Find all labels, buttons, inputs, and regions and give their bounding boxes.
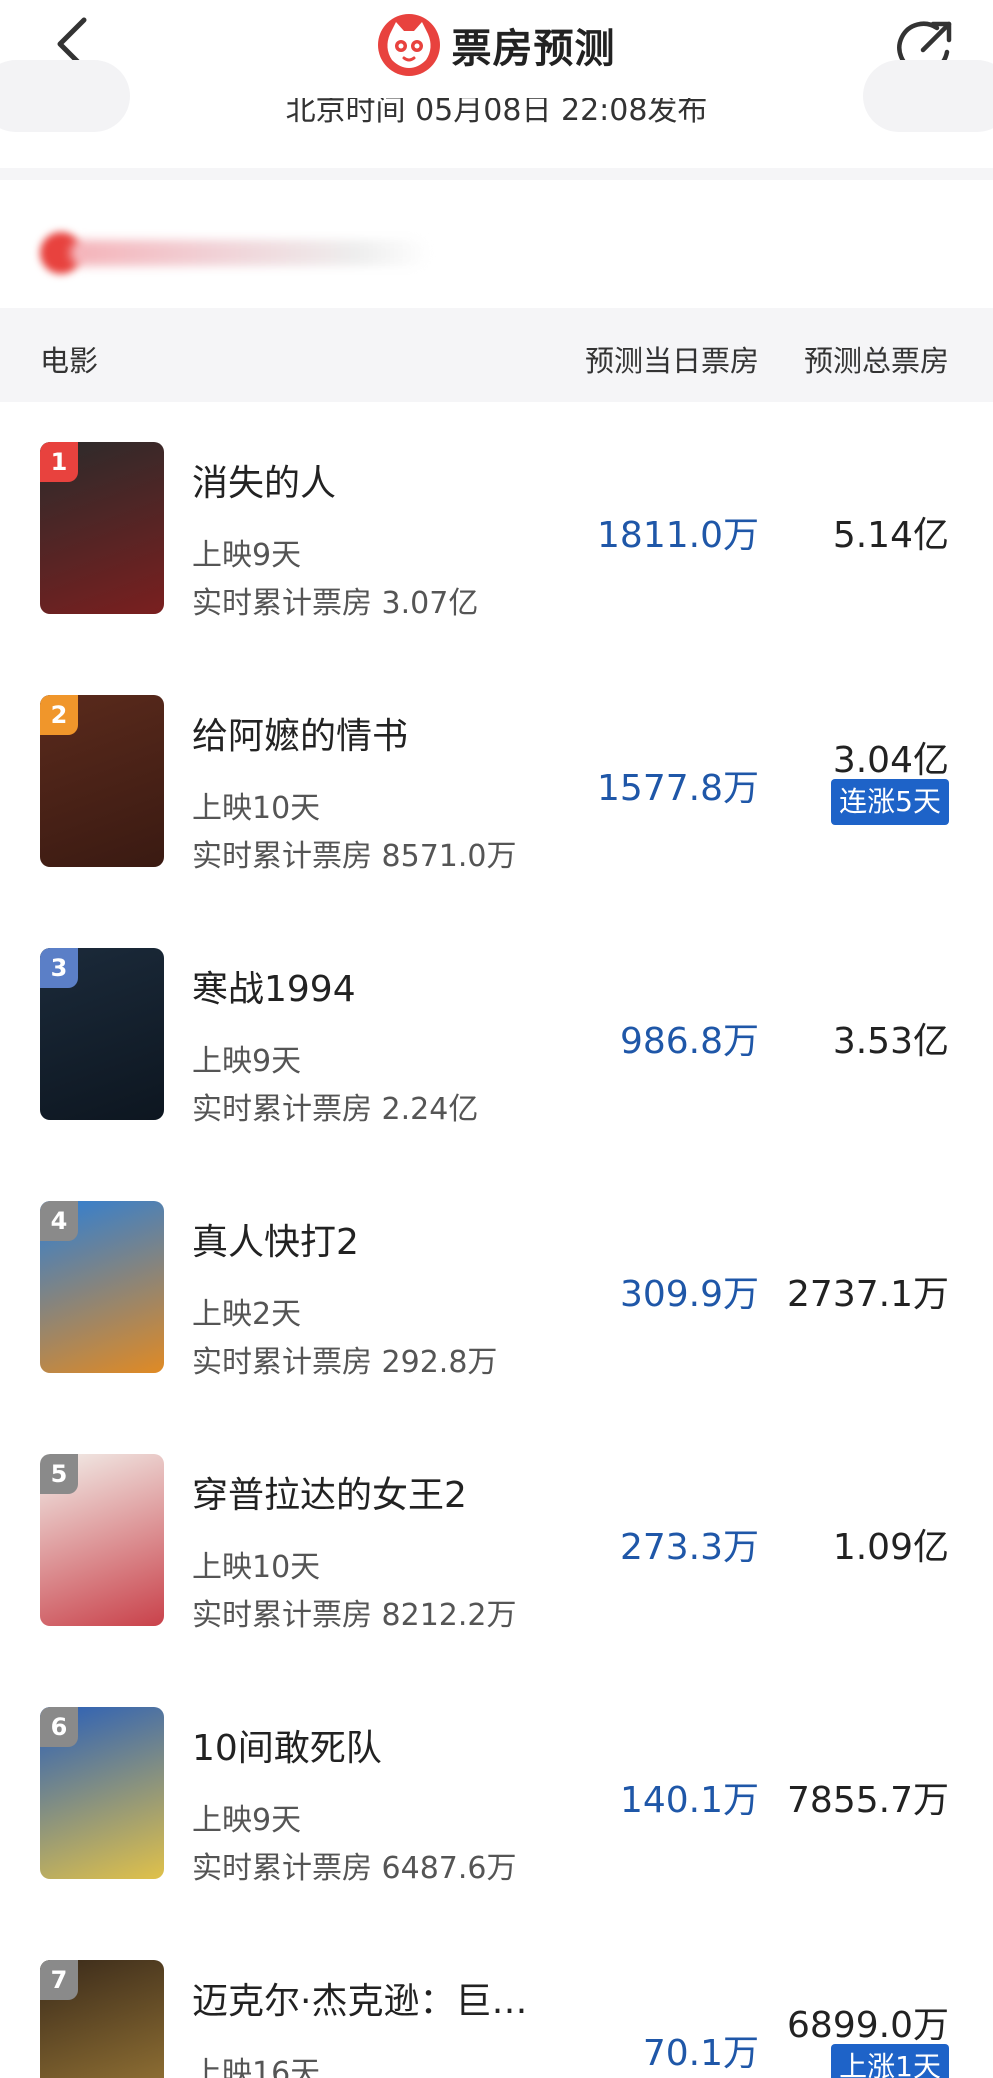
day-forecast-value: 309.9万 bbox=[619, 1274, 759, 1315]
table-header: 电影 预测当日票房 预测总票房 bbox=[0, 308, 993, 402]
banner-blurred-text bbox=[70, 240, 430, 266]
top-bar: 票房预测 bbox=[0, 0, 993, 100]
trend-badge: 上涨1天 bbox=[831, 2044, 949, 2078]
rank-badge: 2 bbox=[40, 695, 78, 735]
rank-badge: 7 bbox=[40, 1960, 78, 2000]
column-film: 电影 bbox=[40, 344, 99, 378]
movie-list: 1 消失的人 上映9天 实时累计票房 3.07亿 1811.0万 5.14亿 2… bbox=[0, 402, 993, 2078]
release-days: 上映9天 bbox=[192, 1044, 302, 1079]
release-days: 上映10天 bbox=[192, 791, 321, 826]
rank-badge: 5 bbox=[40, 1454, 78, 1494]
day-forecast-value: 1811.0万 bbox=[597, 515, 759, 556]
movie-poster: 5 bbox=[40, 1454, 164, 1626]
movie-title: 消失的人 bbox=[192, 463, 337, 504]
movie-row[interactable]: 7 迈克尔·杰克逊：巨… 上映16天 70.1万 6899.0万 上涨1天 bbox=[0, 1920, 993, 2078]
movie-title: 寒战1994 bbox=[192, 969, 356, 1010]
movie-poster: 7 bbox=[40, 1960, 164, 2078]
total-forecast-value: 6899.0万 bbox=[787, 2005, 949, 2046]
publish-time: 北京时间 05月08日 22:08发布 bbox=[285, 98, 708, 128]
movie-poster: 1 bbox=[40, 442, 164, 614]
movie-row[interactable]: 2 给阿嬷的情书 上映10天 实时累计票房 8571.0万 1577.8万 3.… bbox=[0, 655, 993, 908]
day-forecast-value: 273.3万 bbox=[619, 1527, 759, 1568]
total-forecast-value: 3.53亿 bbox=[832, 1021, 949, 1062]
cumulative-box-office: 实时累计票房 8212.2万 bbox=[192, 1598, 517, 1633]
column-total-forecast[interactable]: 预测总票房 bbox=[804, 338, 949, 380]
total-forecast-value: 7855.7万 bbox=[787, 1780, 949, 1821]
maoyan-cat-logo-icon bbox=[377, 14, 440, 76]
movie-title: 10间敢死队 bbox=[192, 1728, 382, 1769]
release-days: 上映9天 bbox=[192, 538, 302, 573]
release-days: 上映2天 bbox=[192, 1297, 302, 1332]
movie-poster: 4 bbox=[40, 1201, 164, 1373]
movie-title: 真人快打2 bbox=[192, 1222, 359, 1263]
cumulative-box-office: 实时累计票房 3.07亿 bbox=[192, 586, 479, 621]
cumulative-box-office: 实时累计票房 6487.6万 bbox=[192, 1851, 517, 1886]
total-forecast-value: 5.14亿 bbox=[832, 515, 949, 556]
movie-row[interactable]: 4 真人快打2 上映2天 实时累计票房 292.8万 309.9万 2737.1… bbox=[0, 1161, 993, 1414]
rank-badge: 3 bbox=[40, 948, 78, 988]
trend-badge: 连涨5天 bbox=[831, 779, 949, 825]
movie-title: 穿普拉达的女王2 bbox=[192, 1475, 467, 1516]
column-day-forecast[interactable]: 预测当日票房 bbox=[585, 338, 759, 380]
movie-poster: 3 bbox=[40, 948, 164, 1120]
day-forecast-value: 140.1万 bbox=[619, 1780, 759, 1821]
total-forecast-value: 1.09亿 bbox=[832, 1527, 949, 1568]
title-group: 票房预测 bbox=[0, 14, 993, 76]
release-days: 上映9天 bbox=[192, 1803, 302, 1838]
movie-row[interactable]: 6 10间敢死队 上映9天 实时累计票房 6487.6万 140.1万 7855… bbox=[0, 1667, 993, 1920]
day-forecast-value: 70.1万 bbox=[642, 2033, 759, 2074]
release-days: 上映16天 bbox=[192, 2056, 321, 2078]
movie-poster: 6 bbox=[40, 1707, 164, 1879]
cumulative-box-office: 实时累计票房 8571.0万 bbox=[192, 839, 517, 874]
movie-title: 给阿嬷的情书 bbox=[192, 716, 409, 757]
rank-badge: 6 bbox=[40, 1707, 78, 1747]
rank-badge: 1 bbox=[40, 442, 78, 482]
release-days: 上映10天 bbox=[192, 1550, 321, 1585]
total-forecast-value: 3.04亿 bbox=[832, 740, 949, 781]
cumulative-box-office: 实时累计票房 2.24亿 bbox=[192, 1092, 479, 1127]
cumulative-box-office: 实时累计票房 292.8万 bbox=[192, 1345, 498, 1380]
movie-row[interactable]: 1 消失的人 上映9天 实时累计票房 3.07亿 1811.0万 5.14亿 bbox=[0, 402, 993, 655]
section-divider bbox=[0, 168, 993, 180]
rank-badge: 4 bbox=[40, 1201, 78, 1241]
total-forecast-value: 2737.1万 bbox=[787, 1274, 949, 1315]
movie-row[interactable]: 5 穿普拉达的女王2 上映10天 实时累计票房 8212.2万 273.3万 1… bbox=[0, 1414, 993, 1667]
day-forecast-value: 1577.8万 bbox=[597, 768, 759, 809]
movie-title: 迈克尔·杰克逊：巨… bbox=[192, 1981, 528, 2022]
day-forecast-value: 986.8万 bbox=[619, 1021, 759, 1062]
movie-poster: 2 bbox=[40, 695, 164, 867]
page-title: 票房预测 bbox=[451, 26, 616, 72]
movie-row[interactable]: 3 寒战1994 上映9天 实时累计票房 2.24亿 986.8万 3.53亿 bbox=[0, 908, 993, 1161]
blurred-banner[interactable] bbox=[40, 228, 440, 278]
